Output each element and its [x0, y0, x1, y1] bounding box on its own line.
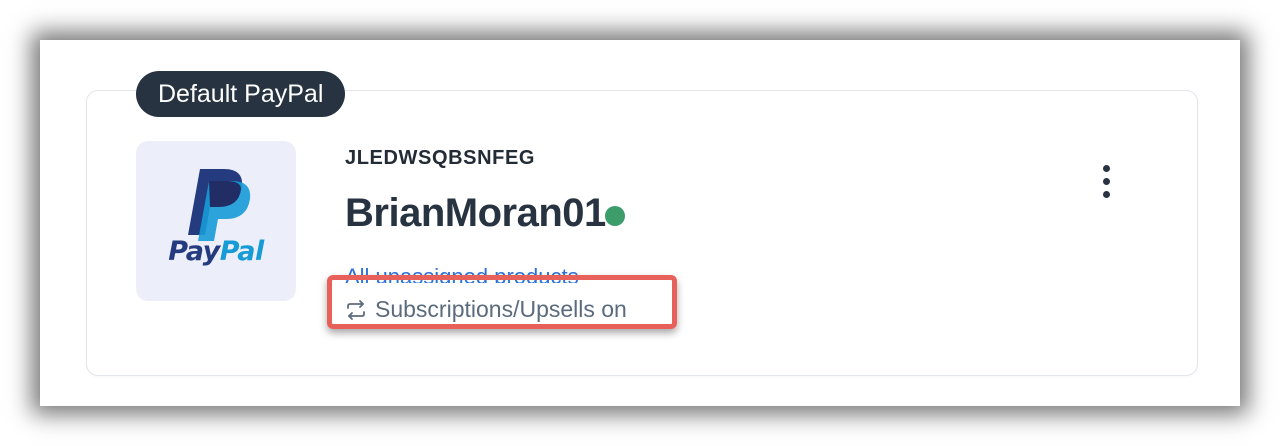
screenshot-frame: Default PayPal PayPal JLEDWSQBSNFEG Bria… [40, 40, 1240, 406]
paypal-wordmark: PayPal [136, 236, 296, 267]
default-paypal-badge: Default PayPal [136, 71, 346, 117]
subscriptions-label: Subscriptions/Upsells on [375, 296, 627, 322]
repeat-arrows-icon [347, 299, 365, 320]
account-name: BrianMoran01 [345, 191, 606, 235]
screenshot-stage: Default PayPal PayPal JLEDWSQBSNFEG Bria… [0, 0, 1280, 446]
subscriptions-status: Subscriptions/Upsells on [345, 296, 627, 323]
products-link[interactable]: All unassigned products [345, 264, 579, 283]
active-status-dot [605, 206, 625, 226]
paypal-wordmark-pay: Pay [168, 236, 220, 267]
paypal-logo-tile: PayPal [136, 141, 296, 301]
paypal-wordmark-pal: Pal [219, 236, 265, 267]
account-id: JLEDWSQBSNFEG [345, 147, 536, 169]
payment-gateway-card: PayPal JLEDWSQBSNFEG BrianMoran01 All un… [86, 90, 1198, 376]
paypal-logo-icon [188, 169, 251, 241]
kebab-menu-icon[interactable] [1095, 163, 1119, 201]
